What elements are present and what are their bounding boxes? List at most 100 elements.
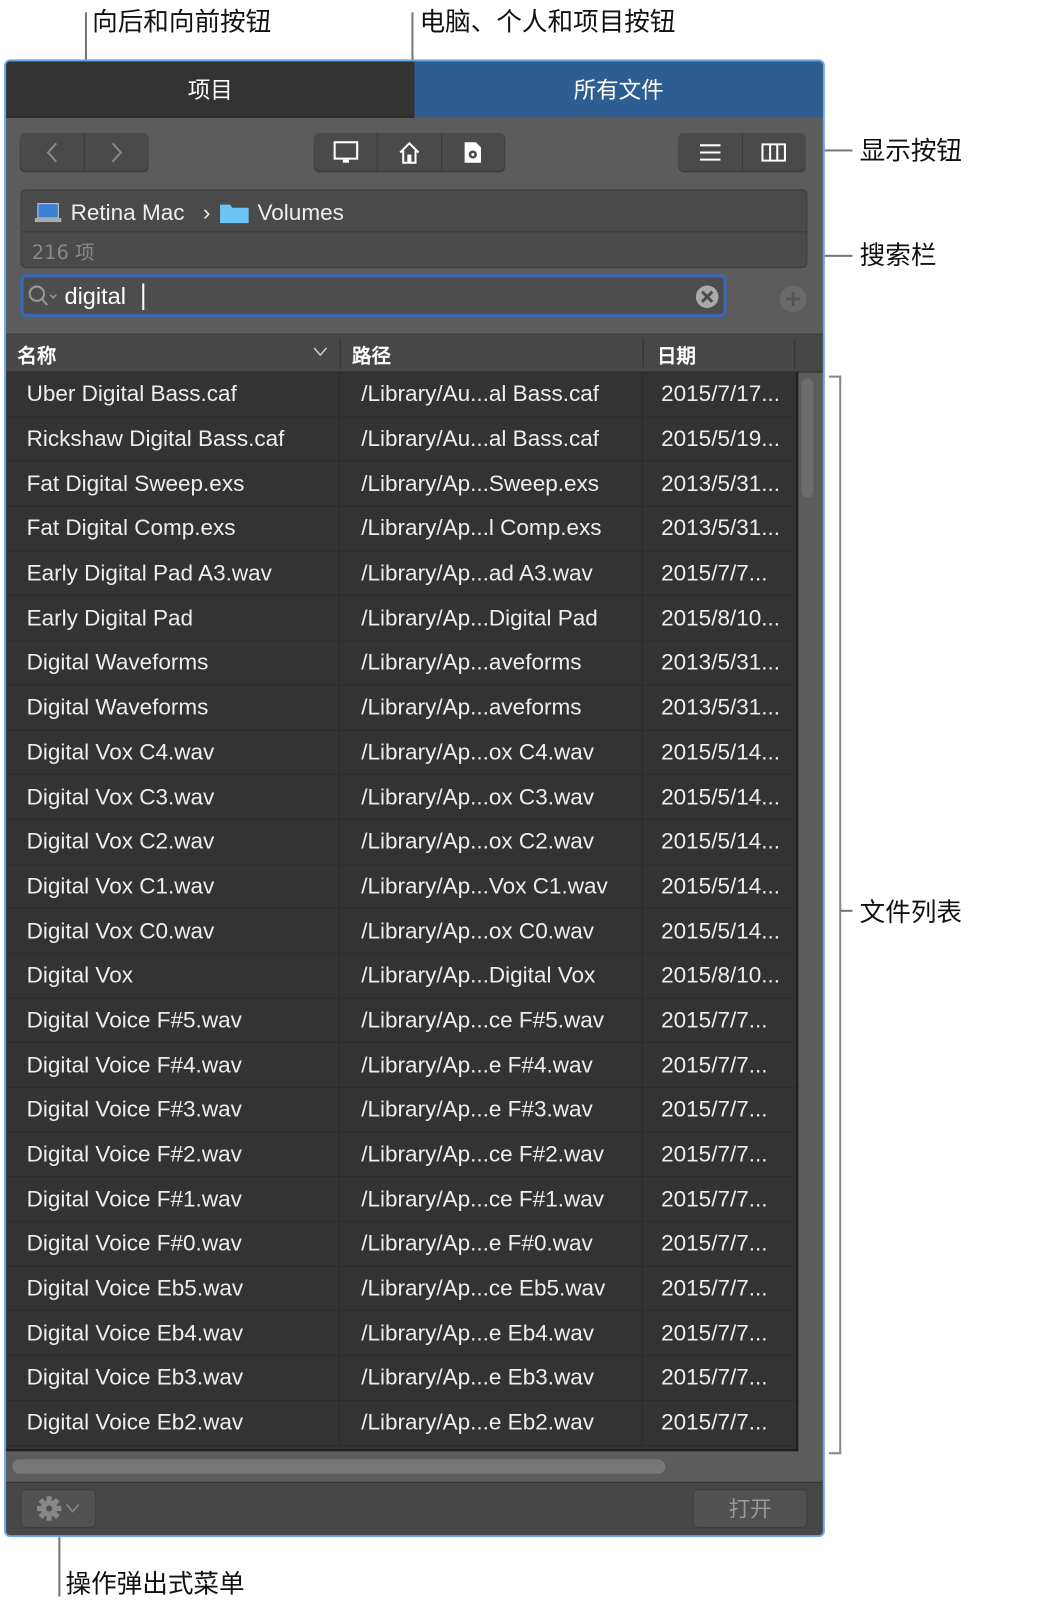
- file-path: /Library/Ap...aveforms: [340, 685, 643, 730]
- file-date: 2015/8/10...: [661, 962, 781, 988]
- file-row[interactable]: Fat Digital Sweep.exs/Library/Ap...Sweep…: [6, 461, 797, 507]
- annotation-line: [840, 909, 853, 912]
- file-date: 2015/7/7...: [661, 1409, 768, 1435]
- tab-project[interactable]: 项目: [6, 61, 415, 118]
- file-date: 2015/7/17...: [661, 381, 781, 407]
- file-date: 2015/5/19...: [661, 425, 781, 452]
- file-row[interactable]: Digital Voice F#4.wav/Library/Ap...e F#4…: [6, 1043, 797, 1088]
- file-row[interactable]: Early Digital Pad A3.wav/Library/Ap...ad…: [6, 551, 797, 597]
- file-name: Digital Vox C0.wav: [6, 909, 340, 953]
- file-name: Early Digital Pad: [6, 596, 340, 640]
- search-field[interactable]: digital: [20, 274, 727, 318]
- column-name-header[interactable]: 名称: [17, 341, 56, 369]
- annotation-display: 显示按钮: [859, 136, 963, 166]
- laptop-icon: [34, 203, 62, 223]
- file-row[interactable]: Digital Voice F#1.wav/Library/Ap...ce F#…: [6, 1177, 797, 1223]
- file-row[interactable]: Fat Digital Comp.exs/Library/Ap...l Comp…: [6, 506, 797, 552]
- file-name: Digital Voice F#1.wav: [6, 1177, 340, 1221]
- file-date: 2015/7/7...: [661, 1185, 768, 1212]
- file-row[interactable]: Digital Voice Eb2.wav/Library/Ap...e Eb2…: [6, 1400, 797, 1446]
- annotation-bracket: [828, 375, 842, 1455]
- chevron-right-icon: [111, 142, 123, 162]
- file-list: Uber Digital Bass.caf/Library/Au...al Ba…: [6, 372, 799, 1452]
- file-row[interactable]: Digital Vox C3.wav/Library/Ap...ox C3.wa…: [6, 774, 797, 820]
- home-icon: [399, 141, 420, 164]
- file-path: /Library/Ap...aveforms: [340, 640, 643, 685]
- file-path: /Library/Ap...e F#4.wav: [340, 1043, 643, 1087]
- file-path: /Library/Ap...ce F#2.wav: [340, 1132, 643, 1177]
- file-name: Digital Voice F#3.wav: [6, 1087, 340, 1132]
- file-row[interactable]: Digital Waveforms/Library/Ap...aveforms 2…: [6, 685, 797, 731]
- column-view-button[interactable]: [742, 133, 805, 171]
- open-button[interactable]: 打开: [692, 1489, 808, 1528]
- file-path: /Library/Ap...ox C3.wav: [340, 774, 643, 819]
- clear-search-icon[interactable]: [695, 285, 720, 310]
- breadcrumb-folder[interactable]: Volumes: [257, 200, 343, 227]
- file-row[interactable]: Digital Voice Eb3.wav/Library/Ap...e Eb3…: [6, 1356, 797, 1401]
- search-input[interactable]: digital: [64, 282, 126, 310]
- file-row[interactable]: Digital Voice F#0.wav/Library/Ap...e F#0…: [6, 1222, 797, 1267]
- file-name: Early Digital Pad A3.wav: [6, 551, 340, 596]
- file-date: 2015/8/10...: [661, 604, 781, 631]
- file-path: /Library/Ap...Digital Pad: [340, 596, 643, 640]
- location-group: [314, 133, 505, 171]
- file-name: Digital Voice F#0.wav: [6, 1222, 340, 1266]
- tab-all-files[interactable]: 所有文件: [414, 61, 823, 117]
- computer-button[interactable]: [314, 133, 378, 171]
- file-date: 2015/5/14...: [661, 917, 781, 944]
- file-row[interactable]: Rickshaw Digital Bass.caf/Library/Au...a…: [6, 417, 797, 462]
- file-row[interactable]: Digital Voice F#3.wav/Library/Ap...e F#3…: [6, 1087, 797, 1133]
- back-forward-group: [20, 133, 149, 171]
- gear-icon: [36, 1496, 62, 1521]
- project-file-icon: [464, 141, 482, 163]
- search-icon: [28, 285, 57, 306]
- list-view-button[interactable]: [679, 133, 743, 171]
- chevron-down-icon: [65, 1503, 80, 1513]
- file-row[interactable]: Digital Waveforms/Library/Ap...aveforms 2…: [6, 640, 797, 686]
- column-header: 名称 路径 日期: [6, 333, 823, 373]
- file-date: 2013/5/31...: [661, 649, 781, 675]
- file-name: Uber Digital Bass.caf: [6, 372, 340, 417]
- file-row[interactable]: Digital Vox/Library/Ap...Digital Vox 2015…: [6, 953, 797, 999]
- file-row[interactable]: Digital Vox C4.wav/Library/Ap...ox C4.wa…: [6, 730, 797, 775]
- file-path: /Library/Ap...ox C2.wav: [340, 819, 643, 864]
- project-button[interactable]: [442, 133, 505, 171]
- list-icon: [699, 143, 721, 161]
- action-menu-button[interactable]: [20, 1489, 97, 1528]
- file-date: 2013/5/31...: [661, 470, 781, 497]
- file-name: Digital Vox C2.wav: [6, 819, 340, 864]
- file-path: /Library/Ap...Sweep.exs: [340, 461, 643, 506]
- file-path: /Library/Ap...ox C4.wav: [340, 730, 643, 774]
- file-row[interactable]: Digital Vox C2.wav/Library/Ap...ox C2.wa…: [6, 819, 797, 865]
- breadcrumb-computer[interactable]: Retina Mac: [71, 200, 185, 227]
- column-path-header[interactable]: 路径: [352, 341, 391, 369]
- file-date: 2015/7/7...: [661, 1006, 768, 1033]
- file-name: Digital Voice Eb3.wav: [6, 1356, 340, 1400]
- file-row[interactable]: Digital Voice Eb4.wav/Library/Ap...e Eb4…: [6, 1311, 797, 1357]
- file-name: Digital Voice F#5.wav: [6, 998, 340, 1043]
- text-cursor: [142, 283, 145, 311]
- home-button[interactable]: [378, 133, 442, 171]
- file-row[interactable]: Early Digital Pad/Library/Ap...Digital P…: [6, 596, 797, 641]
- file-row[interactable]: Digital Vox C1.wav/Library/Ap...Vox C1.w…: [6, 864, 797, 910]
- file-path: /Library/Ap...ox C0.wav: [340, 909, 643, 953]
- file-date: 2015/7/7...: [661, 1319, 768, 1346]
- annotation-computer-personal-project: 电脑、个人和项目按钮: [419, 7, 676, 37]
- file-row[interactable]: Digital Vox C0.wav/Library/Ap...ox C0.wa…: [6, 909, 797, 954]
- file-date: 2015/5/14...: [661, 738, 781, 765]
- file-row[interactable]: Digital Voice F#5.wav/Library/Ap...ce F#…: [6, 998, 797, 1044]
- forward-button[interactable]: [85, 133, 148, 171]
- annotation-file-list: 文件列表: [859, 897, 963, 928]
- file-name: Digital Vox: [6, 953, 340, 998]
- add-icon[interactable]: [779, 285, 808, 314]
- horizontal-scrollbar[interactable]: [12, 1459, 666, 1474]
- file-row[interactable]: Digital Voice Eb5.wav/Library/Ap...ce Eb…: [6, 1266, 797, 1312]
- file-name: Fat Digital Comp.exs: [6, 506, 340, 551]
- annotation-search: 搜索栏: [859, 240, 937, 271]
- back-button[interactable]: [20, 133, 85, 171]
- file-row[interactable]: Digital Voice F#2.wav/Library/Ap...ce F#…: [6, 1132, 797, 1178]
- column-date-header[interactable]: 日期: [657, 341, 696, 369]
- vertical-scrollbar[interactable]: [801, 378, 814, 498]
- file-name: Digital Waveforms: [6, 685, 340, 730]
- file-row[interactable]: Uber Digital Bass.caf/Library/Au...al Ba…: [6, 372, 797, 418]
